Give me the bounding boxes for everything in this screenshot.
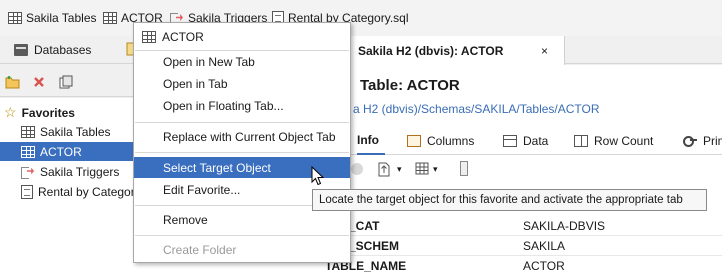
table-icon xyxy=(8,12,22,24)
menu-item-open-floating-tab[interactable]: Open in Floating Tab... xyxy=(134,95,350,116)
menu-item-replace-object-tab[interactable]: Replace with Current Object Tab xyxy=(134,126,350,147)
menu-item-remove[interactable]: Remove xyxy=(134,209,350,230)
close-icon[interactable]: × xyxy=(541,44,548,58)
property-name: BLE_SCHEM xyxy=(325,239,400,253)
editor-tabs: Sakila H2 (dbvis): ACTOR × xyxy=(323,36,722,65)
tree-item-actor[interactable]: ACTOR xyxy=(0,142,136,161)
tab-info[interactable]: Info xyxy=(357,127,385,155)
refresh-icon[interactable] xyxy=(351,163,363,175)
chevron-down-icon[interactable]: ▾ xyxy=(433,164,438,175)
tree-item-label: Rental by Category xyxy=(38,184,141,199)
mouse-cursor-icon xyxy=(311,166,325,186)
favorite-sakila-tables[interactable]: Sakila Tables xyxy=(8,9,97,27)
property-value: ACTOR xyxy=(523,259,565,273)
database-icon xyxy=(14,44,28,56)
tree-item-rental-by-category[interactable]: Rental by Category xyxy=(21,182,141,201)
chevron-down-icon[interactable]: ▾ xyxy=(397,164,402,175)
menu-item-create-folder: Create Folder xyxy=(163,242,237,257)
columns-icon xyxy=(407,135,421,147)
table-icon xyxy=(103,12,117,24)
menu-header-label: ACTOR xyxy=(162,30,204,44)
tab-databases[interactable]: Databases xyxy=(6,36,99,64)
menu-separator xyxy=(135,122,349,123)
menu-header: ACTOR xyxy=(142,29,204,45)
table-icon xyxy=(142,31,156,43)
tree-item-label: ACTOR xyxy=(40,144,82,159)
favorites-bar: Sakila Tables ACTOR Sakila Triggers Rent… xyxy=(0,0,722,36)
table-icon xyxy=(21,145,35,158)
property-name: BLE_CAT xyxy=(325,219,380,233)
editor-subtabs: Info Columns Data Row Count Prim xyxy=(323,127,722,155)
context-menu: ACTOR Open in New Tab Open in Tab Open i… xyxy=(133,22,351,263)
remove-button[interactable] xyxy=(31,75,47,89)
table-row[interactable]: BLE_SCHEM SAKILA xyxy=(323,237,722,256)
tab-label: Prim xyxy=(703,134,722,148)
tree-item-label: Sakila Triggers xyxy=(40,164,120,179)
tab-label: Sakila H2 (dbvis): ACTOR xyxy=(358,43,504,58)
tab-label: Info xyxy=(357,133,379,147)
collapse-all-icon xyxy=(59,75,73,89)
tab-label: Columns xyxy=(427,134,475,148)
tab-row-count[interactable]: Row Count xyxy=(574,127,653,155)
key-icon xyxy=(683,135,697,147)
tab-label: Data xyxy=(523,134,549,148)
table-row[interactable]: BLE_CAT SAKILA-DBVIS xyxy=(323,217,722,236)
tab-label: Row Count xyxy=(594,134,654,148)
tab-actor-editor[interactable]: Sakila H2 (dbvis): ACTOR × xyxy=(343,36,565,65)
add-folder-icon xyxy=(5,76,20,89)
collapse-button[interactable] xyxy=(58,75,74,89)
trigger-icon xyxy=(21,166,35,179)
tree-item-label: Sakila Tables xyxy=(40,124,111,139)
row-count-icon xyxy=(574,135,588,147)
tab-data[interactable]: Data xyxy=(503,127,548,155)
tree-root-label: Favorites xyxy=(21,105,75,120)
tab-label: Databases xyxy=(34,43,92,57)
table-row[interactable]: TABLE_NAME ACTOR xyxy=(323,257,722,275)
page-title: Table: ACTOR xyxy=(360,77,460,94)
tree-root-favorites[interactable]: ☆ Favorites xyxy=(4,103,75,122)
remove-icon xyxy=(34,77,44,87)
property-value: SAKILA xyxy=(523,239,566,253)
menu-separator xyxy=(135,152,349,153)
object-editor: Table: ACTOR a H2 (dbvis)/Schemas/SAKILA… xyxy=(323,65,722,275)
tab-primary-key[interactable]: Prim xyxy=(683,127,722,155)
property-name: TABLE_NAME xyxy=(325,259,407,273)
sql-file-icon xyxy=(21,184,33,199)
tree-item-sakila-triggers[interactable]: Sakila Triggers xyxy=(21,162,119,181)
table-icon xyxy=(21,125,35,138)
star-icon: ☆ xyxy=(4,104,17,120)
tree-item-sakila-tables[interactable]: Sakila Tables xyxy=(21,122,111,141)
data-icon xyxy=(503,135,517,147)
calculator-icon[interactable] xyxy=(460,161,468,176)
tooltip: Locate the target object for this favori… xyxy=(312,189,707,211)
export-icon xyxy=(378,162,390,177)
editor-toolbar: ▾ ▾ xyxy=(323,155,722,185)
menu-item-open-new-tab[interactable]: Open in New Tab xyxy=(134,51,350,72)
property-value: SAKILA-DBVIS xyxy=(523,219,606,233)
add-folder-button[interactable] xyxy=(5,75,21,89)
grid-button[interactable] xyxy=(415,162,429,178)
tab-columns[interactable]: Columns xyxy=(407,127,474,155)
favorite-label: Sakila Tables xyxy=(26,11,97,25)
object-path-link[interactable]: a H2 (dbvis)/Schemas/SAKILA/Tables/ACTOR xyxy=(353,102,600,116)
grid-icon xyxy=(415,162,429,175)
export-button[interactable] xyxy=(377,161,391,180)
menu-item-open-tab[interactable]: Open in Tab xyxy=(134,73,350,94)
menu-separator xyxy=(135,235,349,236)
